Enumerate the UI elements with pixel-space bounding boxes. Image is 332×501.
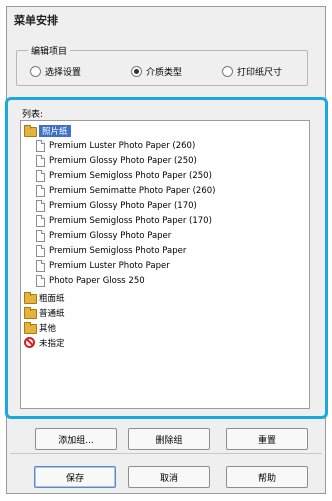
- list-item[interactable]: Premium Semigloss Photo Paper: [36, 244, 186, 257]
- list-item-folder[interactable]: 粗面纸: [24, 291, 65, 304]
- list-item[interactable]: Premium Semimatte Photo Paper (260): [36, 184, 215, 197]
- page-icon: [36, 199, 45, 212]
- page-icon: [36, 259, 45, 272]
- radio-select-settings[interactable]: 选择设置: [30, 65, 81, 78]
- list-item-label: 其他: [39, 323, 57, 334]
- page-icon: [36, 214, 45, 227]
- list-item[interactable]: Premium Semigloss Photo Paper (170): [36, 214, 212, 227]
- list-item-label: Premium Semigloss Photo Paper: [49, 245, 187, 256]
- list-item[interactable]: Premium Glossy Photo Paper (250): [36, 154, 197, 167]
- page-icon: [36, 139, 45, 152]
- page-icon: [36, 154, 45, 167]
- help-button[interactable]: 帮助: [226, 466, 308, 488]
- save-button[interactable]: 保存: [34, 466, 116, 488]
- dialog-title: 菜单安排: [14, 14, 58, 27]
- list-item[interactable]: Premium Semigloss Photo Paper (250): [36, 169, 212, 182]
- radio-paper-size[interactable]: 打印纸尺寸: [222, 65, 282, 78]
- edit-items-label: 编辑项目: [28, 44, 71, 57]
- list-item-label: Premium Semimatte Photo Paper (260): [49, 185, 216, 196]
- button-separator: [10, 453, 322, 454]
- list-item-folder[interactable]: 普通纸: [24, 306, 65, 319]
- folder-icon: [24, 125, 37, 137]
- list-item-label: Premium Glossy Photo Paper (170): [49, 200, 197, 211]
- list-item-label: 未指定: [39, 338, 65, 349]
- radio-icon: [222, 66, 233, 77]
- page-icon: [36, 229, 45, 242]
- page-icon: [36, 244, 45, 257]
- no-entry-icon: [24, 337, 35, 348]
- list-item-label: 粗面纸: [39, 293, 65, 304]
- folder-icon: [24, 292, 37, 304]
- page-icon: [36, 169, 45, 182]
- list-item[interactable]: Premium Luster Photo Paper (260): [36, 139, 195, 152]
- list-item-label: Premium Semigloss Photo Paper (250): [49, 170, 212, 181]
- list-item-label: Premium Glossy Photo Paper: [49, 230, 172, 241]
- list-item-label: Premium Luster Photo Paper: [49, 260, 170, 271]
- list-item-unspecified[interactable]: 未指定: [24, 336, 65, 349]
- list-item-folder[interactable]: 其他: [24, 321, 56, 334]
- folder-icon: [24, 307, 37, 319]
- list-item-label: Premium Luster Photo Paper (260): [49, 140, 196, 151]
- list-item-photo-paper-folder[interactable]: 照片纸: [24, 124, 71, 137]
- radio-label: 打印纸尺寸: [237, 68, 283, 78]
- list-item-label: Premium Semigloss Photo Paper (170): [49, 215, 212, 226]
- list-item-label: 照片纸: [39, 124, 71, 137]
- list-item[interactable]: Premium Glossy Photo Paper: [36, 229, 171, 242]
- radio-label: 介质类型: [146, 68, 183, 78]
- add-group-button[interactable]: 添加组...: [35, 428, 117, 450]
- delete-group-button[interactable]: 删除组: [128, 428, 210, 450]
- list-item[interactable]: Photo Paper Gloss 250: [36, 274, 145, 287]
- list-item-label: 普通纸: [39, 308, 65, 319]
- radio-icon: [30, 66, 41, 77]
- radio-label: 选择设置: [45, 68, 82, 78]
- page-icon: [36, 184, 45, 197]
- list-item[interactable]: Premium Glossy Photo Paper (170): [36, 199, 197, 212]
- cancel-button[interactable]: 取消: [128, 466, 210, 488]
- reset-button[interactable]: 重置: [226, 428, 308, 450]
- radio-media-type[interactable]: 介质类型: [131, 65, 182, 78]
- radio-selected-icon: [131, 66, 142, 77]
- list-item-label: Premium Glossy Photo Paper (250): [49, 155, 197, 166]
- folder-icon: [24, 322, 37, 334]
- list-item[interactable]: Premium Luster Photo Paper: [36, 259, 170, 272]
- page-icon: [36, 274, 45, 287]
- list-item-label: Photo Paper Gloss 250: [49, 275, 145, 286]
